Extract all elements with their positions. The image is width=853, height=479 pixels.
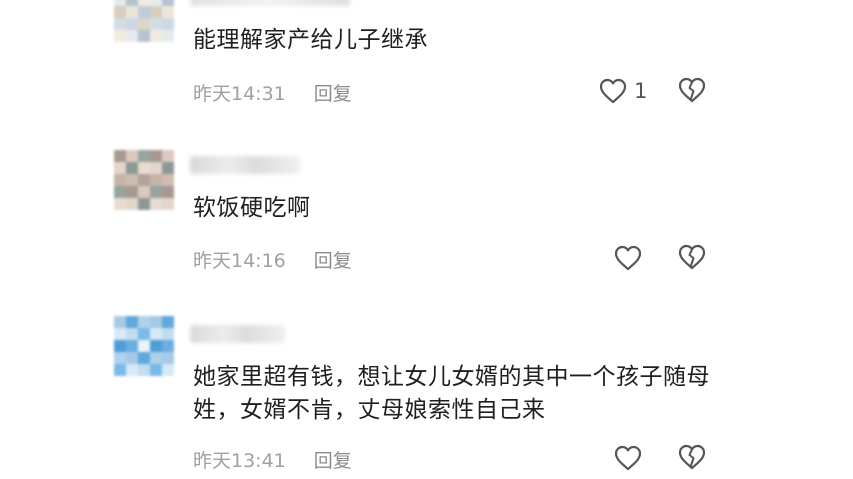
avatar-mosaic-cell xyxy=(162,150,174,162)
avatar-mosaic-cell xyxy=(126,174,138,186)
avatar-mosaic-cell xyxy=(150,328,162,340)
comment-time: 昨天14:31 xyxy=(193,82,286,105)
reply-button[interactable]: 回复 xyxy=(314,446,352,473)
avatar-mosaic-cell xyxy=(162,18,174,30)
avatar-mosaic-cell xyxy=(138,30,150,42)
avatar-mosaic-cell xyxy=(162,186,174,198)
avatar-mosaic-cell xyxy=(162,352,174,364)
avatar-mosaic-cell xyxy=(126,316,138,328)
avatar-mosaic-cell xyxy=(114,198,126,210)
avatar-mosaic-cell xyxy=(126,352,138,364)
comment-time: 昨天13:41 xyxy=(193,449,286,472)
avatar-mosaic-cell xyxy=(162,6,174,18)
username-redacted xyxy=(190,0,350,6)
avatar-mosaic-cell xyxy=(162,340,174,352)
avatar-mosaic-cell xyxy=(138,198,150,210)
comment-meta: 昨天14:16 回复 xyxy=(193,245,352,273)
avatar-mosaic-cell xyxy=(138,150,150,162)
avatar-mosaic-cell xyxy=(138,186,150,198)
avatar-mosaic-cell xyxy=(150,364,162,376)
avatar-mosaic-cell xyxy=(150,18,162,30)
comment-text: 软饭硬吃啊 xyxy=(193,195,311,221)
avatar-mosaic-cell xyxy=(138,316,150,328)
comment-meta: 昨天13:41 回复 xyxy=(193,445,352,473)
avatar-mosaic-cell xyxy=(150,316,162,328)
avatar-mosaic-cell xyxy=(114,30,126,42)
avatar-mosaic-cell xyxy=(114,162,126,174)
avatar-mosaic-cell xyxy=(162,198,174,210)
avatar-mosaic-cell xyxy=(126,6,138,18)
avatar-mosaic-cell xyxy=(126,198,138,210)
avatar-mosaic-cell xyxy=(114,316,126,328)
avatar-mosaic-cell xyxy=(138,162,150,174)
avatar-mosaic-cell xyxy=(150,186,162,198)
avatar[interactable] xyxy=(114,316,174,376)
avatar-mosaic-cell xyxy=(126,186,138,198)
avatar-mosaic-cell xyxy=(162,174,174,186)
dislike-button[interactable] xyxy=(677,243,707,273)
avatar-mosaic-cell xyxy=(138,18,150,30)
avatar[interactable] xyxy=(114,150,174,210)
avatar-mosaic-cell xyxy=(126,18,138,30)
broken-heart-icon xyxy=(678,444,706,470)
avatar-mosaic-cell xyxy=(162,316,174,328)
avatar-mosaic-cell xyxy=(114,174,126,186)
broken-heart-icon xyxy=(678,244,706,270)
avatar-mosaic-cell xyxy=(126,340,138,352)
avatar-mosaic-cell xyxy=(162,328,174,340)
avatar-mosaic-cell xyxy=(114,186,126,198)
comment-meta: 昨天14:31 回复 xyxy=(193,78,352,106)
avatar-mosaic-cell xyxy=(138,340,150,352)
reply-button[interactable]: 回复 xyxy=(314,246,352,273)
broken-heart-icon xyxy=(678,77,706,103)
avatar-mosaic-cell xyxy=(150,30,162,42)
avatar-mosaic-cell xyxy=(150,340,162,352)
avatar-mosaic-cell xyxy=(150,150,162,162)
avatar-mosaic-cell xyxy=(126,162,138,174)
avatar-mosaic-cell xyxy=(114,150,126,162)
dislike-button[interactable] xyxy=(677,443,707,473)
avatar-mosaic-cell xyxy=(114,364,126,376)
heart-outline-icon xyxy=(614,245,642,271)
avatar-mosaic-cell xyxy=(150,162,162,174)
avatar-mosaic-cell xyxy=(162,162,174,174)
avatar-mosaic-cell xyxy=(114,18,126,30)
username-redacted[interactable] xyxy=(190,156,300,174)
avatar-mosaic-cell xyxy=(162,30,174,42)
avatar-mosaic-cell xyxy=(138,364,150,376)
like-button[interactable] xyxy=(613,443,649,473)
username-redacted[interactable] xyxy=(190,325,285,343)
avatar-mosaic-cell xyxy=(138,328,150,340)
like-button[interactable]: 1 xyxy=(598,76,647,106)
avatar-mosaic-cell xyxy=(126,328,138,340)
avatar-mosaic-cell xyxy=(114,352,126,364)
comments-screen: { "comments": [ { "text": "能理解家产给儿子继承", … xyxy=(0,0,853,479)
reply-button[interactable]: 回复 xyxy=(314,79,352,106)
avatar-mosaic-cell xyxy=(114,328,126,340)
avatar-mosaic-cell xyxy=(126,150,138,162)
avatar-mosaic-cell xyxy=(138,352,150,364)
avatar-mosaic-cell xyxy=(150,174,162,186)
avatar-mosaic-cell xyxy=(138,174,150,186)
heart-outline-icon xyxy=(599,78,627,104)
comment-time: 昨天14:16 xyxy=(193,249,286,272)
comment-text: 她家里超有钱，想让女儿女婿的其中一个孩子随母姓，女婿不肯，丈母娘索性自己来 xyxy=(193,364,710,423)
like-count: 1 xyxy=(634,79,648,103)
avatar-mosaic-cell xyxy=(138,6,150,18)
avatar-mosaic-cell xyxy=(150,198,162,210)
avatar-mosaic-cell xyxy=(114,6,126,18)
comment-text: 能理解家产给儿子继承 xyxy=(193,27,428,53)
avatar-mosaic-cell xyxy=(114,340,126,352)
heart-outline-icon xyxy=(614,445,642,471)
avatar-mosaic-cell xyxy=(150,6,162,18)
like-button[interactable] xyxy=(613,243,649,273)
avatar-mosaic-cell xyxy=(126,364,138,376)
dislike-button[interactable] xyxy=(677,76,707,106)
avatar-mosaic-cell xyxy=(162,364,174,376)
avatar[interactable] xyxy=(114,0,174,42)
avatar-mosaic-cell xyxy=(126,30,138,42)
avatar-mosaic-cell xyxy=(150,352,162,364)
